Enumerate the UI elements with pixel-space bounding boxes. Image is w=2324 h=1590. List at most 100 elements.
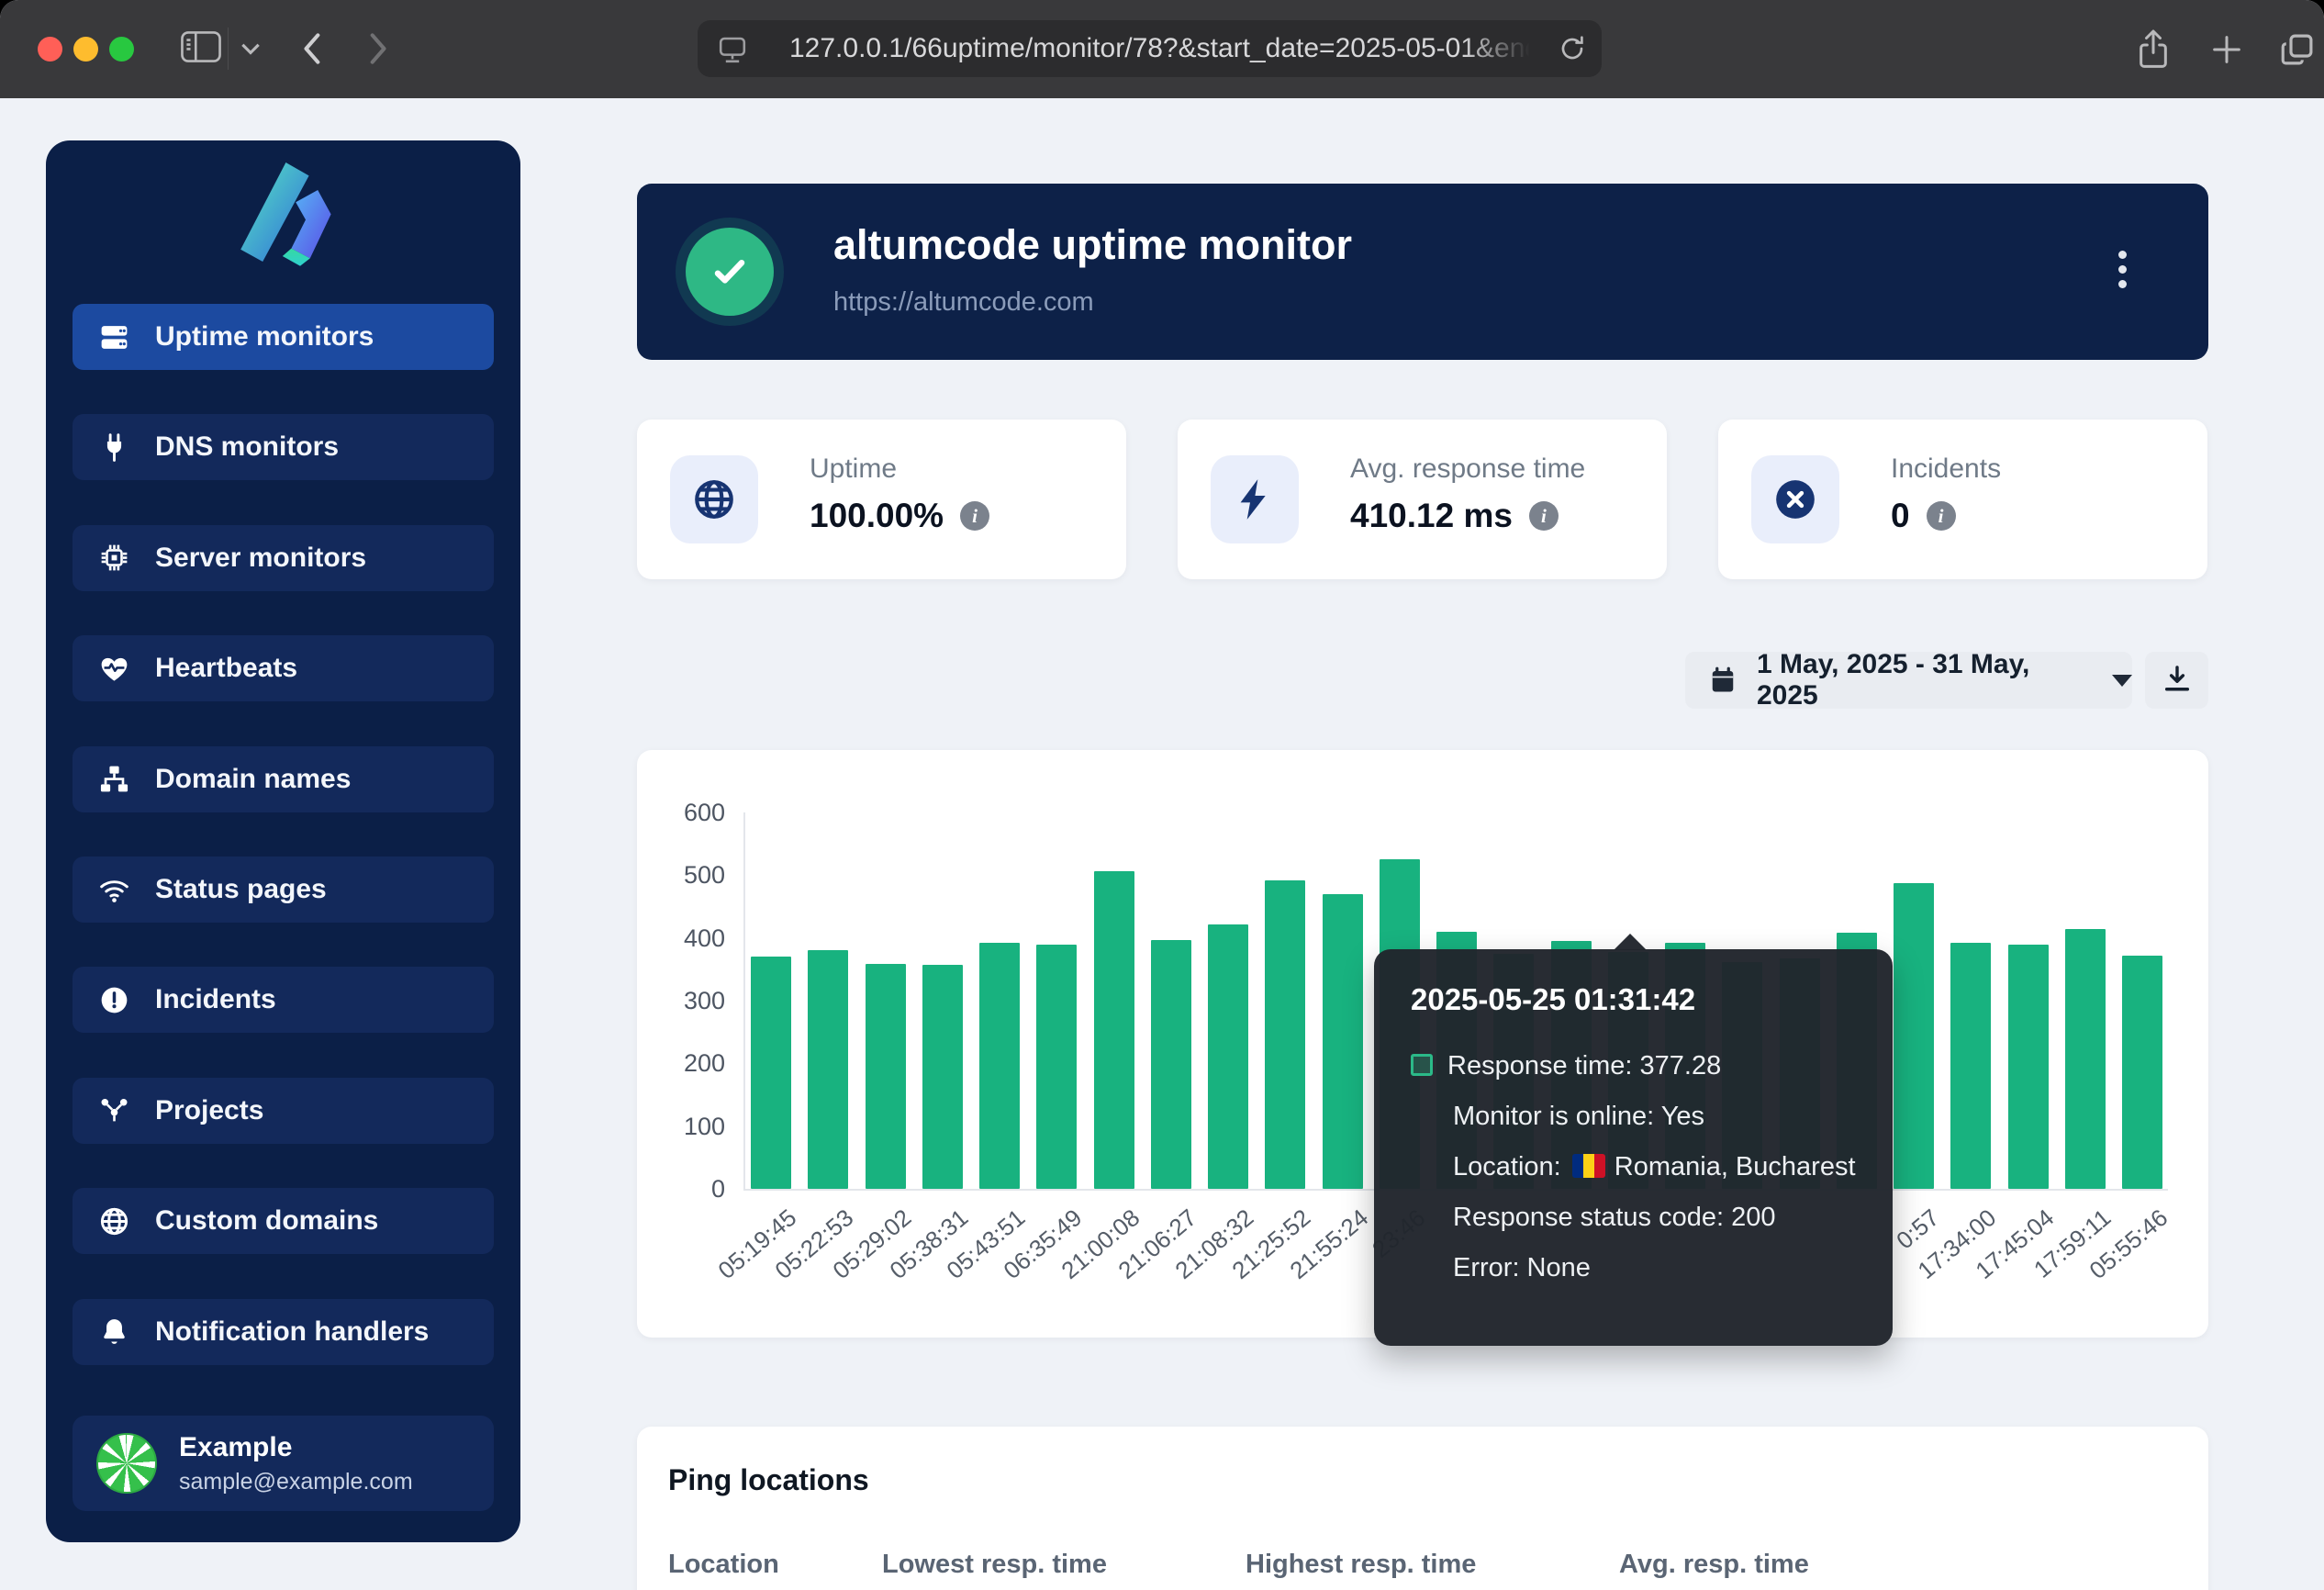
chart-bar[interactable]: [1151, 940, 1191, 1189]
chart-bar[interactable]: [1036, 945, 1077, 1190]
tooltip-row-location: Location: Romania, Bucharest: [1411, 1142, 1856, 1192]
chart-bar[interactable]: [1208, 924, 1248, 1189]
sidebar-panel-icon[interactable]: [180, 29, 222, 64]
ping-column-location: Location: [668, 1550, 779, 1580]
sidebar-item-label: Uptime monitors: [155, 321, 374, 353]
browser-toolbar: 127.0.0.1/66uptime/monitor/78?&start_dat…: [0, 0, 2324, 98]
chart-bar[interactable]: [979, 943, 1020, 1189]
user-profile[interactable]: Example sample@example.com: [73, 1416, 494, 1511]
tooltip-row-error: Error: None: [1411, 1243, 1856, 1293]
info-icon[interactable]: i: [1529, 501, 1559, 531]
browser-window: 127.0.0.1/66uptime/monitor/78?&start_dat…: [0, 0, 2324, 1590]
chart-tooltip: 2025-05-25 01:31:42 Response time: 377.2…: [1374, 949, 1893, 1346]
ping-locations-card: Ping locations LocationLowest resp. time…: [637, 1427, 2208, 1590]
page-icon: [718, 35, 747, 64]
stat-value: 410.12 ms: [1350, 497, 1513, 535]
plus-icon[interactable]: [2208, 31, 2245, 68]
stat-card-avg-response-time: Avg. response time410.12 msi: [1178, 420, 1667, 579]
url-text: 127.0.0.1/66uptime/monitor/78?&start_dat…: [789, 33, 1537, 64]
y-tick-label: 400: [659, 924, 725, 953]
back-icon[interactable]: [301, 31, 321, 66]
profile-name: Example: [179, 1432, 413, 1463]
sidebar-item-dns-monitors[interactable]: DNS monitors: [73, 414, 494, 480]
response-time-chart: 0100200300400500600 05:19:4505:22:5305:2…: [637, 750, 2208, 1338]
sidebar-item-custom-domains[interactable]: Custom domains: [73, 1188, 494, 1254]
chart-bar[interactable]: [1094, 871, 1134, 1189]
ping-locations-title: Ping locations: [668, 1463, 869, 1497]
main-content: altumcode uptime monitor https://altumco…: [637, 98, 2208, 1590]
chart-bar[interactable]: [2065, 929, 2106, 1189]
address-bar[interactable]: 127.0.0.1/66uptime/monitor/78?&start_dat…: [698, 20, 1602, 77]
chart-bar[interactable]: [2122, 956, 2162, 1189]
stat-card-uptime: Uptime 100.00% i: [637, 420, 1126, 579]
download-icon: [2162, 663, 2193, 699]
avatar: [96, 1433, 157, 1494]
chart-bar[interactable]: [808, 950, 848, 1189]
sidebar: Uptime monitors DNS monitors Server monito…: [46, 140, 520, 1542]
sidebar-item-notification-handlers[interactable]: Notification handlers: [73, 1299, 494, 1365]
tooltip-row-response-time: Response time: 377.28: [1411, 1041, 1856, 1092]
minimize-window-button[interactable]: [73, 37, 98, 62]
zoom-window-button[interactable]: [109, 37, 134, 62]
series-legend-swatch: [1411, 1054, 1433, 1076]
y-tick-label: 0: [659, 1175, 725, 1204]
sidebar-item-domain-names[interactable]: Domain names: [73, 746, 494, 812]
sidebar-item-uptime-monitors[interactable]: Uptime monitors: [73, 304, 494, 370]
tooltip-row-response-status-code: Response status code: 200: [1411, 1192, 1856, 1243]
chevron-down-icon[interactable]: [240, 42, 261, 56]
forward-icon[interactable]: [369, 31, 389, 66]
romania-flag-icon: [1572, 1154, 1605, 1178]
info-icon[interactable]: i: [1927, 501, 1956, 531]
tooltip-rows: Response time: 377.28Monitor is online: …: [1411, 1041, 1856, 1293]
y-tick-label: 500: [659, 861, 725, 890]
status-ok-ring: [676, 218, 784, 326]
status-ok-icon: [686, 228, 774, 316]
stat-label: Uptime: [810, 453, 897, 485]
chart-bar[interactable]: [1894, 883, 1934, 1189]
calendar-icon: [1709, 666, 1737, 694]
chart-bar[interactable]: [1265, 880, 1305, 1189]
chart-bar[interactable]: [751, 957, 791, 1189]
sidebar-item-label: Notification handlers: [155, 1316, 429, 1348]
close-window-button[interactable]: [38, 37, 62, 62]
chart-bar[interactable]: [1323, 894, 1363, 1189]
y-tick-label: 300: [659, 987, 725, 1015]
tabs-icon[interactable]: [2278, 30, 2317, 69]
sidebar-item-label: Heartbeats: [155, 653, 297, 684]
reload-icon[interactable]: [1558, 34, 1587, 63]
chart-bar[interactable]: [1950, 943, 1991, 1189]
bell-icon: [98, 1316, 130, 1348]
stat-value: 100.00%: [810, 497, 944, 535]
y-tick-label: 200: [659, 1049, 725, 1078]
share-icon[interactable]: [2135, 28, 2172, 72]
tooltip-row-monitor-is-online: Monitor is online: Yes: [1411, 1092, 1856, 1142]
bolt-icon: [1211, 455, 1299, 543]
page-title: altumcode uptime monitor: [833, 221, 1352, 269]
sidebar-item-heartbeats[interactable]: Heartbeats: [73, 635, 494, 701]
kebab-menu-icon[interactable]: [2104, 244, 2140, 299]
sidebar-item-label: Status pages: [155, 874, 327, 905]
ping-column-avg-resp-time: Avg. resp. time: [1619, 1550, 1809, 1580]
sidebar-item-label: Custom domains: [155, 1205, 378, 1237]
sidebar-item-status-pages[interactable]: Status pages: [73, 857, 494, 923]
chart-bar[interactable]: [922, 965, 963, 1189]
sidebar-item-label: Server monitors: [155, 543, 366, 574]
download-button[interactable]: [2145, 652, 2208, 709]
chart-bar[interactable]: [2008, 945, 2049, 1190]
altumcode-logo: [229, 157, 339, 267]
heart-pulse-icon: [98, 653, 130, 685]
wifi-icon: [98, 874, 130, 906]
tooltip-arrow: [1614, 934, 1647, 950]
plug-icon: [98, 431, 130, 464]
monitor-url: https://altumcode.com: [833, 287, 1094, 318]
info-icon[interactable]: i: [960, 501, 989, 531]
sidebar-item-label: Incidents: [155, 984, 276, 1015]
page-content: Uptime monitors DNS monitors Server monito…: [0, 98, 2324, 1590]
date-range-picker[interactable]: 1 May, 2025 - 31 May, 2025: [1685, 652, 2132, 709]
sidebar-item-server-monitors[interactable]: Server monitors: [73, 525, 494, 591]
chart-bar[interactable]: [866, 964, 906, 1189]
date-range-label: 1 May, 2025 - 31 May, 2025: [1757, 649, 2090, 711]
sidebar-item-incidents[interactable]: Incidents: [73, 967, 494, 1033]
caret-down-icon: [2112, 675, 2132, 687]
sidebar-item-projects[interactable]: Projects: [73, 1078, 494, 1144]
